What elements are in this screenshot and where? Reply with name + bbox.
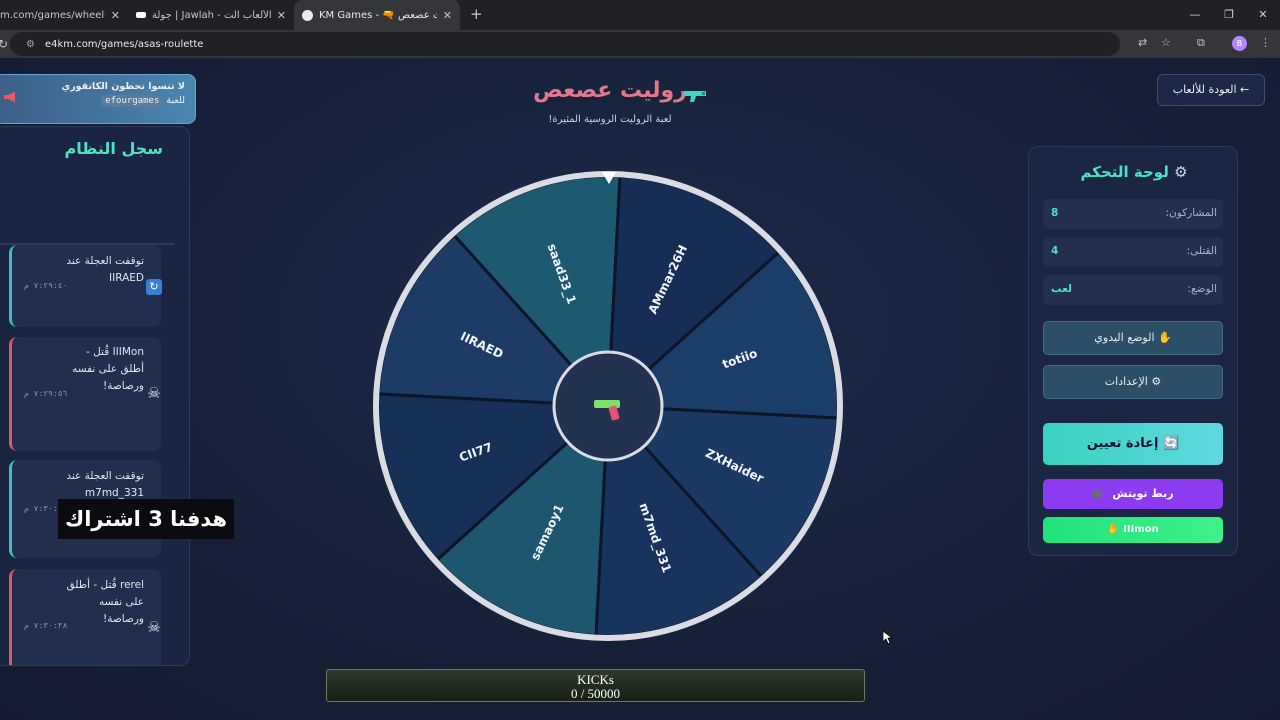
gear-icon: ⚙	[1174, 163, 1188, 181]
tab-title: m.com/games/wheel-of-fat	[0, 9, 105, 21]
manual-mode-button[interactable]: ✋ الوضع اليدوي	[1043, 321, 1223, 355]
url-field[interactable]: ⚙ e4km.com/games/asas-roulette	[10, 32, 1120, 56]
stat-mode: الوضع: لعب	[1043, 275, 1223, 305]
stat-label: القتلى:	[1186, 245, 1217, 257]
browser-tab[interactable]: m.com/games/wheel-of-fat ✕	[0, 0, 128, 30]
log-title: سجل النظام	[64, 139, 163, 158]
twitch-icon	[1092, 489, 1103, 499]
window-controls: — ❐ ✕	[1178, 0, 1280, 30]
translate-icon[interactable]: ⇄	[1138, 36, 1147, 49]
log-entry-text: توقفت العجلة عند m7md_331	[66, 470, 144, 499]
browser-tab-active[interactable]: KM Games - 🔫 روليت عصعص ✕	[294, 0, 460, 30]
profile-avatar[interactable]: B	[1232, 36, 1247, 51]
log-entry: ↻ توقفت العجلة عند IIRAED ٧:٢٩:٤٠ م	[9, 245, 162, 327]
kicks-progress-bar: KICKs 0 / 50000	[326, 669, 865, 702]
stat-value: 4	[1051, 245, 1059, 257]
tab-title: KM Games - 🔫 روليت عصعص	[319, 9, 437, 21]
log-entry-text: IIIMon قُتل - أطلق على نفسه ورصاصة!	[72, 346, 144, 392]
kicks-progress-text: 0 / 50000	[570, 686, 621, 701]
promo-banner: لا تنسوا تحطون الكاتقوري للعبة efourgame…	[0, 74, 196, 124]
stat-value: 8	[1051, 207, 1059, 219]
kicks-label: KICKs	[577, 672, 614, 687]
connect-twitch-button[interactable]: ربط تويتش	[1043, 479, 1223, 509]
stat-label: المشاركون:	[1165, 207, 1218, 219]
tab-close-icon[interactable]: ✕	[111, 9, 120, 22]
tab-close-icon[interactable]: ✕	[277, 9, 286, 22]
game-page: لا تنسوا تحطون الكاتقوري للعبة efourgame…	[0, 58, 1280, 720]
log-entry-time: ٧:٢٩:٤٠ م	[24, 281, 68, 290]
log-list[interactable]: ↻ توقفت العجلة عند IIRAED ٧:٢٩:٤٠ م ☠ II…	[0, 245, 175, 665]
control-panel-title: ⚙ لوحة التحكم	[1029, 163, 1239, 181]
tab-close-icon[interactable]: ✕	[443, 9, 452, 22]
log-entry: ☠ rerel قُتل - أطلق على نفسه ورصاصة! ٧:٣…	[9, 569, 161, 665]
tab-favicon-icon	[136, 12, 146, 18]
stat-killed: القتلى: 4	[1043, 237, 1223, 267]
megaphone-icon	[4, 92, 15, 102]
user-button[interactable]: IIImon ✋	[1043, 517, 1223, 543]
log-entry-time: ٧:٢٩:٥٦ م	[24, 389, 68, 398]
back-to-games-button[interactable]: ← العودة للألعاب	[1157, 74, 1265, 106]
close-window-icon[interactable]: ✕	[1246, 0, 1280, 30]
game-subtitle: لعبة الروليت الروسية المثيرة!	[548, 114, 672, 125]
site-info-icon[interactable]: ⚙	[26, 39, 35, 50]
tab-title: جولة | Jawlah - منصة الألعاب الت	[152, 9, 271, 21]
stream-caption-overlay: هدفنا 3 اشتراك	[58, 499, 234, 539]
minimize-icon[interactable]: —	[1178, 0, 1212, 30]
log-entry-time: ٧:٣٠:٣٨ م	[24, 621, 68, 630]
tab-favicon-icon	[302, 9, 313, 21]
browser-tab-strip: m.com/games/wheel-of-fat ✕ جولة | Jawlah…	[0, 0, 1280, 30]
new-tab-icon[interactable]: +	[470, 0, 483, 30]
water-gun-icon	[684, 91, 706, 102]
control-panel-title-text: لوحة التحكم	[1080, 163, 1169, 181]
promo-line: للعبة	[166, 95, 185, 106]
extensions-icon[interactable]: ⧉	[1197, 36, 1205, 50]
skull-icon: ☠	[147, 384, 161, 402]
address-bar-row: ↻ ⚙ e4km.com/games/asas-roulette ⇄ ☆ ⧉ ⋮	[0, 30, 1280, 58]
skull-icon: ☠	[147, 618, 161, 636]
log-entry: ☠ IIIMon قُتل - أطلق على نفسه ورصاصة! ٧:…	[9, 337, 161, 451]
log-entry-text: توقفت العجلة عند IIRAED	[66, 255, 144, 284]
stat-value: لعب	[1051, 283, 1072, 295]
restore-icon[interactable]: ❐	[1212, 0, 1246, 30]
stat-participants: المشاركون: 8	[1043, 199, 1223, 229]
roulette-wheel[interactable]: IIRAEDsaad33_1 AMmar26HtotiioZXHaiderm7md…	[370, 166, 850, 646]
log-entry-text: rerel قُتل - أطلق على نفسه ورصاصة!	[66, 579, 144, 625]
control-panel: ⚙ لوحة التحكم المشاركون: 8 القتلى: 4 الو…	[1028, 146, 1238, 556]
promo-code: efourgames	[101, 95, 164, 107]
twitch-button-label: ربط تويتش	[1112, 487, 1174, 500]
system-log-panel: سجل النظام ↻ توقفت العجلة عند IIRAED ٧:٢…	[0, 126, 190, 666]
stat-label: الوضع:	[1187, 283, 1217, 295]
mouse-cursor-icon	[883, 631, 893, 645]
menu-kebab-icon[interactable]: ⋮	[1260, 36, 1271, 49]
url-text: e4km.com/games/asas-roulette	[44, 38, 204, 50]
bookmark-star-icon[interactable]: ☆	[1161, 36, 1171, 49]
refresh-icon: ↻	[146, 279, 162, 295]
reset-button[interactable]: 🔄 إعادة تعيين	[1043, 423, 1223, 465]
settings-button[interactable]: ⚙ الإعدادات	[1043, 365, 1223, 399]
promo-line: لا تنسوا تحطون الكاتقوري	[61, 81, 185, 92]
browser-tab[interactable]: جولة | Jawlah - منصة الألعاب الت ✕	[128, 0, 294, 30]
